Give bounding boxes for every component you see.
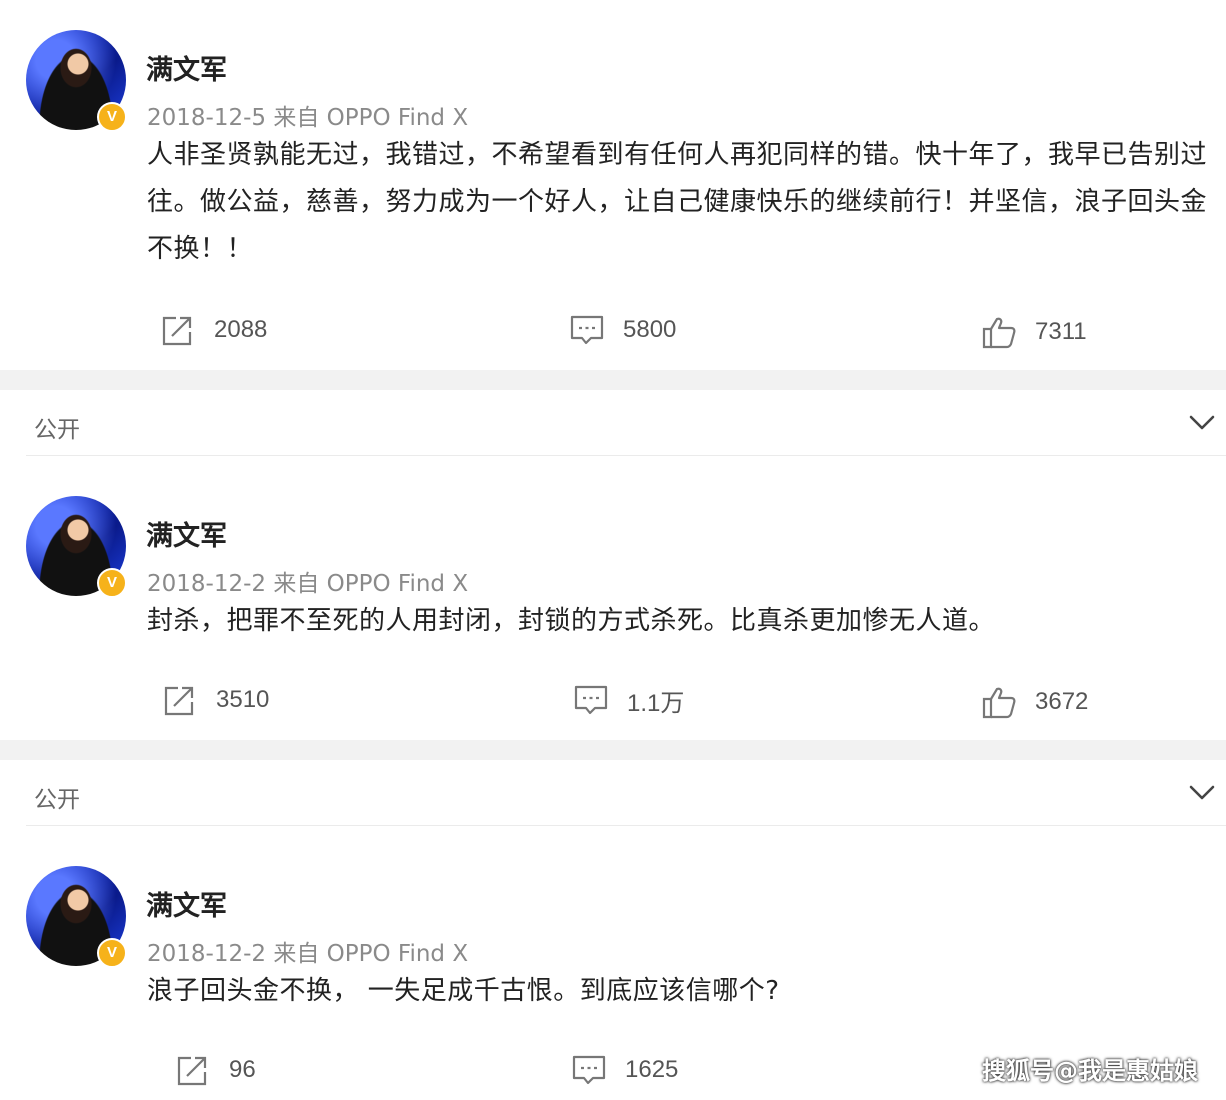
repost-icon xyxy=(177,1056,207,1086)
like-button[interactable]: 7311 xyxy=(981,314,1087,350)
repost-button[interactable]: 96 xyxy=(175,1052,256,1088)
post-card: V 满文军 2018-12-2 来自 OPPO Find X 封杀，把罪不至死的… xyxy=(0,456,1226,740)
feed-separator xyxy=(0,370,1226,390)
author-name[interactable]: 满文军 xyxy=(146,884,227,923)
comment-icon xyxy=(572,1055,606,1085)
repost-icon xyxy=(164,686,194,716)
post-meta: 2018-12-2 来自 OPPO Find X xyxy=(147,941,469,967)
repost-count: 2088 xyxy=(214,316,268,343)
comment-count: 1.1万 xyxy=(627,689,685,717)
comment-count: 5800 xyxy=(623,316,677,343)
post-card: V 满文军 2018-12-5 来自 OPPO Find X 人非圣贤孰能无过，… xyxy=(0,0,1226,370)
post-meta: 2018-12-2 来自 OPPO Find X xyxy=(147,571,469,597)
comment-count: 1625 xyxy=(625,1056,679,1083)
visibility-bar: 公开 xyxy=(0,760,1226,825)
visibility-label: 公开 xyxy=(34,417,80,443)
verified-badge-icon: V xyxy=(97,938,127,968)
visibility-bar: 公开 xyxy=(0,390,1226,455)
author-name[interactable]: 满文军 xyxy=(146,48,227,87)
verified-badge-icon: V xyxy=(97,568,127,598)
post-text: 浪子回头金不换， 一失足成千古恨。到底应该信哪个? xyxy=(147,976,780,1006)
repost-count: 96 xyxy=(229,1056,256,1083)
comment-icon xyxy=(570,315,604,345)
repost-button[interactable]: 2088 xyxy=(160,312,267,348)
chevron-down-icon[interactable] xyxy=(1188,408,1216,436)
comment-button[interactable]: 5800 xyxy=(569,312,676,348)
comment-button[interactable]: 1625 xyxy=(571,1052,678,1088)
like-count: 7311 xyxy=(1035,318,1087,345)
thumbs-up-icon xyxy=(982,687,1016,719)
post-text: 人非圣贤孰能无过，我错过，不希望看到有任何人再犯同样的错。快十年了，我早已告别过… xyxy=(147,140,1208,264)
post-text: 封杀，把罪不至死的人用封闭，封锁的方式杀死。比真杀更加惨无人道。 xyxy=(147,606,996,636)
repost-button[interactable]: 3510 xyxy=(162,682,269,718)
watermark: 搜狐号@我是惠姑娘 xyxy=(982,1057,1198,1085)
comment-button[interactable]: 1.1万 xyxy=(573,682,684,718)
visibility-label: 公开 xyxy=(34,787,80,813)
repost-count: 3510 xyxy=(216,686,270,713)
feed-separator xyxy=(0,740,1226,760)
verified-badge-icon: V xyxy=(97,102,127,132)
like-count: 3672 xyxy=(1035,688,1089,715)
like-button[interactable]: 3672 xyxy=(981,684,1088,720)
author-name[interactable]: 满文军 xyxy=(146,514,227,553)
comment-icon xyxy=(574,685,608,715)
post-meta: 2018-12-5 来自 OPPO Find X xyxy=(147,105,469,131)
chevron-down-icon[interactable] xyxy=(1188,778,1216,806)
thumbs-up-icon xyxy=(982,317,1016,349)
repost-icon xyxy=(162,316,192,346)
